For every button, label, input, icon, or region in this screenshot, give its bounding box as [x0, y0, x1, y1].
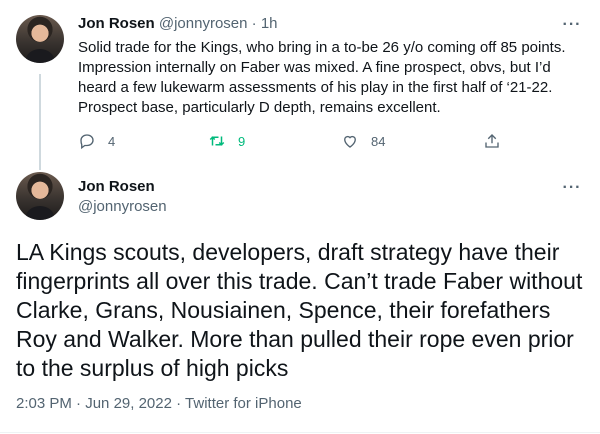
share-icon	[485, 134, 499, 148]
separator: ·	[251, 15, 257, 32]
more-icon[interactable]: ···	[562, 180, 582, 201]
handle[interactable]: @jonnyrosen	[78, 197, 167, 217]
retweet-button[interactable]: 9	[208, 131, 245, 151]
share-button[interactable]	[483, 131, 513, 151]
main-tweet-text: LA Kings scouts, developers, draft strat…	[16, 239, 583, 381]
more-icon[interactable]: ···	[562, 17, 582, 38]
like-button[interactable]: 84	[341, 131, 385, 151]
tweet-text: Solid trade for the Kings, who bring in …	[78, 39, 566, 116]
avatar[interactable]	[16, 172, 64, 220]
divider	[0, 432, 600, 433]
display-name[interactable]: Jon Rosen	[78, 15, 155, 32]
tweet-source[interactable]: Twitter for iPhone	[185, 395, 302, 412]
thread-line	[39, 74, 41, 170]
tweet-meta: 2:03 PM · Jun 29, 2022 · Twitter for iPh…	[16, 394, 302, 414]
like-icon	[344, 135, 356, 148]
retweet-count: 9	[238, 133, 246, 149]
reply-count: 4	[108, 133, 116, 149]
tweet-time[interactable]: 2:03 PM	[16, 395, 72, 412]
separator: ·	[176, 395, 182, 412]
reply-icon	[80, 134, 94, 150]
timestamp[interactable]: 1h	[261, 15, 278, 32]
display-name[interactable]: Jon Rosen	[78, 178, 155, 195]
handle[interactable]: @jonnyrosen	[159, 15, 248, 32]
separator: ·	[76, 395, 82, 412]
main-header: Jon Rosen	[78, 177, 155, 197]
reply-header: Jon Rosen @jonnyrosen · 1h	[78, 14, 278, 34]
avatar[interactable]	[16, 15, 64, 63]
retweet-icon	[209, 136, 225, 146]
tweet-actions: 4 9 84	[78, 131, 508, 151]
tweet-date[interactable]: Jun 29, 2022	[85, 395, 172, 412]
like-count: 84	[371, 133, 386, 149]
reply-button[interactable]: 4	[78, 131, 115, 151]
